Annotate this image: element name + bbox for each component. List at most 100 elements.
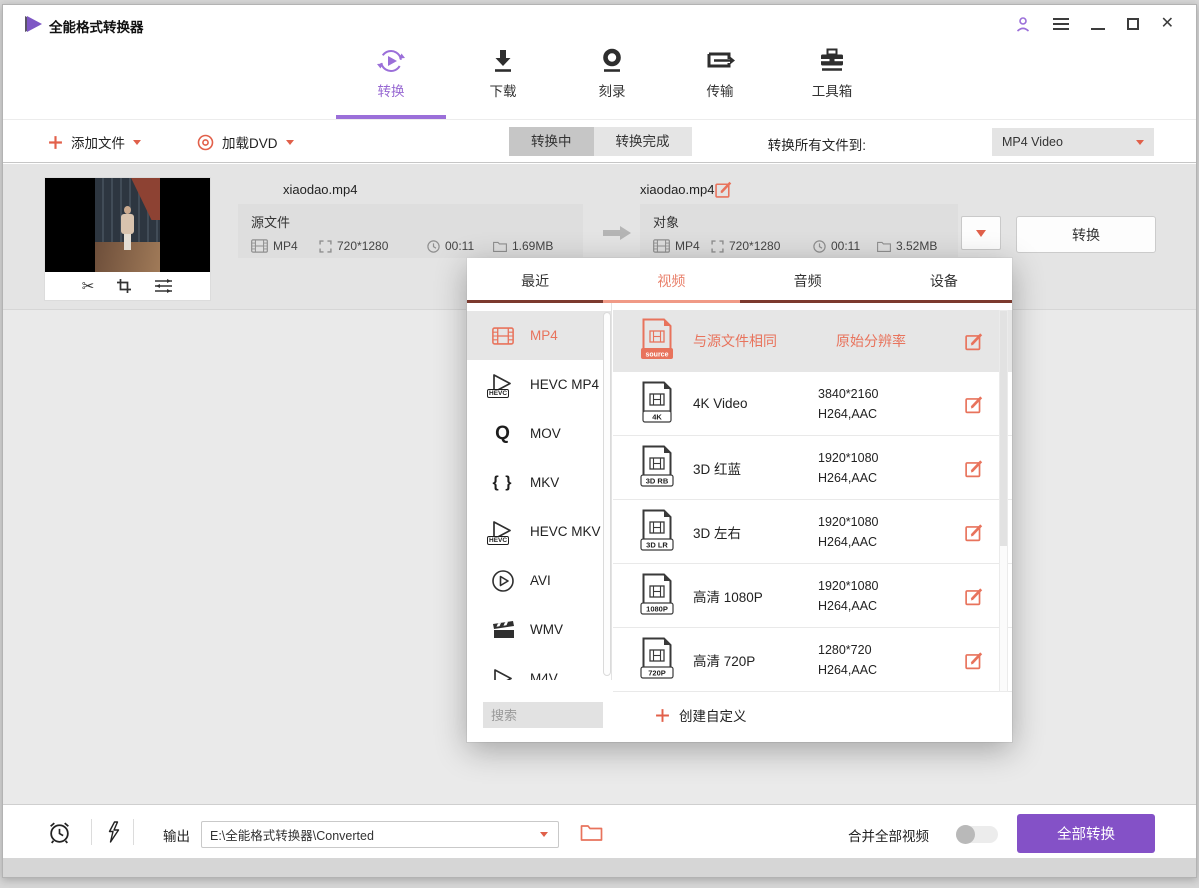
preset-detail: 3840*2160H264,AAC [818,384,968,424]
preset-hd-1080p[interactable]: 1080P 高清 1080P 1920*1080H264,AAC [613,564,1012,628]
tab-video[interactable]: 视频 [603,258,739,303]
tab-download[interactable]: 下载 [464,46,542,100]
plus-icon [48,135,63,150]
user-account-icon[interactable] [1015,16,1031,33]
schedule-alarm-icon[interactable] [47,820,72,845]
preset-scrollbar-thumb[interactable] [1000,311,1007,546]
download-icon [489,46,517,76]
preset-same-as-source[interactable]: source 与源文件相同 原始分辨率 [613,310,1012,372]
tab-download-label: 下载 [464,80,542,100]
tab-transfer[interactable]: 传输 [681,46,759,100]
chevron-down-icon [976,230,986,237]
toggle-knob [956,825,975,844]
resolution-icon [711,240,724,253]
tab-device[interactable]: 设备 [876,258,1012,303]
output-path-select[interactable]: E:\全能格式转换器\Converted [201,821,559,848]
tab-burn-label: 刻录 [573,80,651,100]
edit-preset-icon[interactable] [965,332,984,351]
edit-preset-icon[interactable] [965,458,984,477]
preset-file-icon: 3D RB [639,445,675,491]
trim-scissors-icon[interactable]: ✂ [82,277,95,295]
preset-name: 3D 左右 [693,522,818,542]
merge-videos-toggle[interactable] [956,826,998,843]
convert-arrow-icon [603,224,631,242]
open-folder-icon[interactable] [580,823,603,842]
format-item-hevc-mp4[interactable]: HEVC HEVC MP4 [467,360,611,409]
format-item-m4v[interactable]: M4V [467,654,611,680]
add-file-button[interactable]: 添加文件 [48,129,141,155]
target-format-dropdown-button[interactable] [961,216,1001,250]
divider [133,819,134,845]
effects-sliders-icon[interactable] [154,278,173,294]
edit-preset-icon[interactable] [965,394,984,413]
app-logo-icon [27,16,42,32]
close-button[interactable]: ✕ [1161,16,1174,32]
create-custom-button[interactable]: 创建自定义 [655,702,747,728]
load-dvd-button[interactable]: 加载DVD [197,129,294,155]
chevron-down-icon [286,140,294,145]
format-item-mov[interactable]: Q MOV [467,409,611,458]
play-triangle-icon [490,668,516,681]
target-format: MP4 [653,239,711,253]
global-output-format-value: MP4 Video [1002,135,1063,149]
crop-icon[interactable] [116,278,132,294]
menu-icon[interactable] [1053,15,1069,33]
maximize-button[interactable] [1127,18,1139,30]
svg-text:3D LR: 3D LR [646,540,668,549]
minimize-button[interactable] [1091,28,1105,30]
divider [91,819,92,845]
toolbar: 添加文件 加载DVD 转换中 转换完成 转换所有文件到: MP4 Video [3,121,1196,163]
target-duration: 00:11 [813,239,877,253]
source-size: 1.69MB [493,239,553,253]
format-list-scrollbar[interactable] [603,312,611,676]
convert-all-to-label: 转换所有文件到: [768,134,866,154]
toolbox-icon [817,46,847,76]
global-output-format-dropdown[interactable]: MP4 Video [992,128,1154,156]
preset-hd-720p[interactable]: 720P 高清 720P 1280*720H264,AAC [613,628,1012,692]
format-item-hevc-mkv[interactable]: HEVC HEVC MKV [467,507,611,556]
clock-icon [427,240,440,253]
preset-3d-left-right[interactable]: 3D LR 3D 左右 1920*1080H264,AAC [613,500,1012,564]
svg-text:720P: 720P [648,668,666,677]
preset-detail: 1920*1080H264,AAC [818,512,968,552]
preset-name: 3D 红蓝 [693,458,818,478]
output-label: 输出 [163,825,190,845]
tab-audio[interactable]: 音频 [740,258,876,303]
tab-converting[interactable]: 转换中 [509,127,594,156]
acceleration-lightning-icon[interactable] [103,820,121,845]
hevc-badge: HEVC [487,536,509,545]
tab-converted[interactable]: 转换完成 [594,127,692,156]
format-item-wmv[interactable]: WMV [467,605,611,654]
edit-preset-icon[interactable] [965,522,984,541]
tab-burn[interactable]: 刻录 [573,46,651,100]
film-icon [653,239,670,253]
format-item-mp4[interactable]: MP4 [467,311,611,360]
edit-preset-icon[interactable] [965,650,984,669]
tab-toolbox[interactable]: 工具箱 [793,46,871,100]
app-title: 全能格式转换器 [49,16,144,36]
video-thumbnail[interactable] [45,178,210,272]
format-item-avi[interactable]: AVI [467,556,611,605]
video-thumbnail-card: ✂ [45,178,210,300]
convert-button[interactable]: 转换 [1016,216,1156,253]
format-item-mkv[interactable]: { } MKV [467,458,611,507]
preset-3d-red-blue[interactable]: 3D RB 3D 红蓝 1920*1080H264,AAC [613,436,1012,500]
preset-list-scrollbar[interactable] [999,310,1008,692]
film-icon [492,327,514,345]
tab-convert[interactable]: 转换 [352,46,430,100]
preset-name: 4K Video [693,396,818,411]
preset-4k-video[interactable]: 4K 4K Video 3840*2160H264,AAC [613,372,1012,436]
source-duration: 00:11 [427,239,493,253]
merge-videos-label: 合并全部视频 [848,825,929,845]
edit-preset-icon[interactable] [965,586,984,605]
window-bottom-strip [3,858,1196,877]
convert-all-button[interactable]: 全部转换 [1017,814,1155,853]
source-format: MP4 [251,239,319,253]
braces-icon: { } [493,474,513,492]
rename-edit-icon[interactable] [715,180,733,198]
play-circle-icon [491,569,515,593]
clapperboard-icon [491,620,515,640]
add-file-label: 添加文件 [71,132,125,152]
tab-recent[interactable]: 最近 [467,258,603,303]
search-input[interactable] [483,702,603,728]
